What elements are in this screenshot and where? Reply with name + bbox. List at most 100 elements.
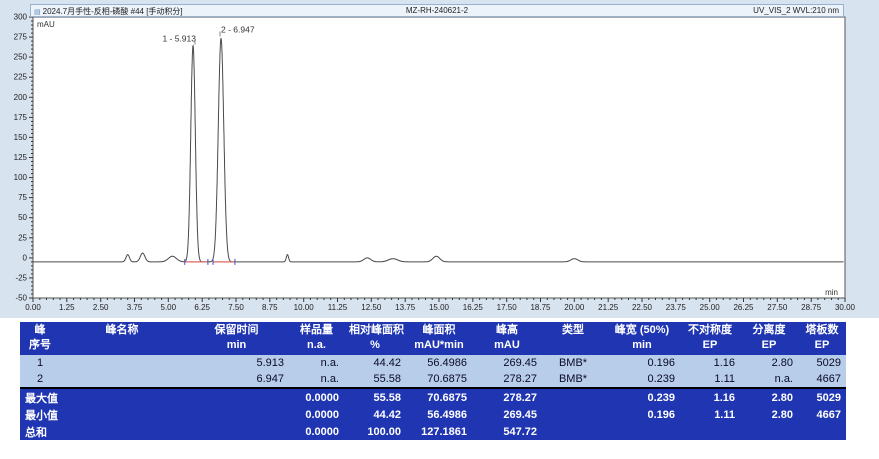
peak-row[interactable]: 15.913n.a.44.4256.4986269.45BMB*0.1961.1… <box>20 355 846 371</box>
y-tick-label: 275 <box>14 33 28 42</box>
summary-row: 总和 0.0000100.00127.1861547.72 <box>20 423 846 440</box>
table-cell: 127.1861 <box>406 423 472 440</box>
peak-label: 2 - 6.947 <box>221 25 255 35</box>
summary-label: 最大值 <box>20 388 184 406</box>
table-cell: 1.11 <box>680 406 740 423</box>
table-cell <box>184 406 289 423</box>
table-cell: 6.947 <box>184 371 289 388</box>
y-tick-label: 200 <box>14 93 28 102</box>
table-cell: 2.80 <box>740 355 798 371</box>
table-cell: 2 <box>20 371 60 388</box>
y-tick-label: 250 <box>14 53 28 62</box>
summary-row: 最小值0.000044.4256.4986269.450.1961.112.80… <box>20 406 846 423</box>
x-tick-label: 11.25 <box>328 303 348 312</box>
table-cell: 5029 <box>798 355 846 371</box>
y-tick-label: -25 <box>15 273 27 282</box>
table-cell: 0.239 <box>604 388 680 406</box>
table-cell: n.a. <box>289 371 344 388</box>
table-cell <box>184 423 289 440</box>
column-header: 峰名称 <box>60 322 184 355</box>
x-tick-label: 28.75 <box>801 303 822 312</box>
x-tick-label: 16.25 <box>463 303 484 312</box>
table-cell: 1.11 <box>680 371 740 388</box>
x-tick-label: 12.50 <box>361 303 382 312</box>
plot-area[interactable] <box>33 17 845 298</box>
x-tick-label: 23.75 <box>666 303 687 312</box>
table-cell: 70.6875 <box>406 388 472 406</box>
table-cell <box>542 406 604 423</box>
x-tick-label: 6.25 <box>194 303 210 312</box>
y-tick-label: 25 <box>18 233 27 242</box>
detector-channel: UV_VIS_2 WVL:210 nm <box>753 6 839 15</box>
column-header: 峰面积mAU*min <box>406 322 472 355</box>
table-cell: 5029 <box>798 388 846 406</box>
table-header-row: 峰序号峰名称 保留时间min样品量n.a.相对峰面积%峰面积mAU*min峰高m… <box>20 322 846 355</box>
column-header: 峰高mAU <box>472 322 542 355</box>
table-cell: 4667 <box>798 371 846 388</box>
x-tick-label: 0.00 <box>25 303 41 312</box>
peak-row[interactable]: 26.947n.a.55.5870.6875278.27BMB*0.2391.1… <box>20 371 846 388</box>
column-header: 峰序号 <box>20 322 60 355</box>
table-cell: BMB* <box>542 371 604 388</box>
table-cell <box>542 388 604 406</box>
integration-results-section: 峰序号峰名称 保留时间min样品量n.a.相对峰面积%峰面积mAU*min峰高m… <box>20 322 846 440</box>
summary-label: 总和 <box>20 423 184 440</box>
x-tick-label: 3.75 <box>127 303 143 312</box>
peak-results-table: 峰序号峰名称 保留时间min样品量n.a.相对峰面积%峰面积mAU*min峰高m… <box>20 322 846 440</box>
table-cell: 0.196 <box>604 355 680 371</box>
table-cell <box>60 355 184 371</box>
column-header: 样品量n.a. <box>289 322 344 355</box>
peak-label: 1 - 5.913 <box>162 34 196 44</box>
table-cell: 1.16 <box>680 355 740 371</box>
x-tick-label: 18.75 <box>530 303 551 312</box>
table-cell: 1 <box>20 355 60 371</box>
x-tick-label: 17.50 <box>497 303 518 312</box>
report-title-wrap: ▤2024.7月手性-反相-磷酸 #44 [手动积分] <box>34 6 183 17</box>
table-cell: 70.6875 <box>406 371 472 388</box>
table-cell: 278.27 <box>472 371 542 388</box>
table-cell: 269.45 <box>472 406 542 423</box>
y-tick-label: 75 <box>18 193 27 202</box>
y-tick-label: 100 <box>14 173 28 182</box>
y-tick-label: 0 <box>23 253 28 262</box>
injection-title: 2024.7月手性-反相-磷酸 #44 [手动积分] <box>43 7 183 16</box>
table-cell <box>60 371 184 388</box>
chromatogram-icon: ▤ <box>34 9 41 16</box>
table-cell <box>680 423 740 440</box>
y-tick-label: 150 <box>14 133 28 142</box>
y-tick-label: 300 <box>14 13 28 22</box>
column-header: 保留时间min <box>184 322 289 355</box>
x-tick-label: 8.75 <box>262 303 278 312</box>
table-cell: 0.0000 <box>289 423 344 440</box>
x-tick-label: 20.00 <box>564 303 585 312</box>
table-cell: 0.0000 <box>289 388 344 406</box>
x-axis-unit: min <box>825 288 838 297</box>
column-header: 类型 <box>542 322 604 355</box>
table-cell: 4667 <box>798 406 846 423</box>
table-cell: n.a. <box>740 371 798 388</box>
table-cell <box>542 423 604 440</box>
table-cell: 56.4986 <box>406 355 472 371</box>
column-header: 峰宽 (50%)min <box>604 322 680 355</box>
x-tick-label: 7.50 <box>228 303 244 312</box>
x-tick-label: 10.00 <box>294 303 315 312</box>
table-cell: 547.72 <box>472 423 542 440</box>
column-header: 分离度EP <box>740 322 798 355</box>
x-tick-label: 1.25 <box>59 303 75 312</box>
summary-label: 最小值 <box>20 406 184 423</box>
x-tick-label: 13.75 <box>395 303 416 312</box>
x-tick-label: 27.50 <box>767 303 788 312</box>
table-cell: 100.00 <box>344 423 406 440</box>
table-cell <box>604 423 680 440</box>
chromatogram-panel: -50-250255075100125150175200225250275300… <box>0 0 879 318</box>
table-cell: 56.4986 <box>406 406 472 423</box>
x-tick-label: 22.50 <box>632 303 653 312</box>
y-axis-unit: mAU <box>37 20 55 29</box>
table-cell: 55.58 <box>344 388 406 406</box>
table-cell: 0.196 <box>604 406 680 423</box>
table-cell: 2.80 <box>740 406 798 423</box>
y-tick-label: 50 <box>18 213 27 222</box>
sample-name: MZ-RH-240621-2 <box>406 6 468 15</box>
table-cell: 0.0000 <box>289 406 344 423</box>
summary-row: 最大值0.000055.5870.6875278.270.2391.162.80… <box>20 388 846 406</box>
